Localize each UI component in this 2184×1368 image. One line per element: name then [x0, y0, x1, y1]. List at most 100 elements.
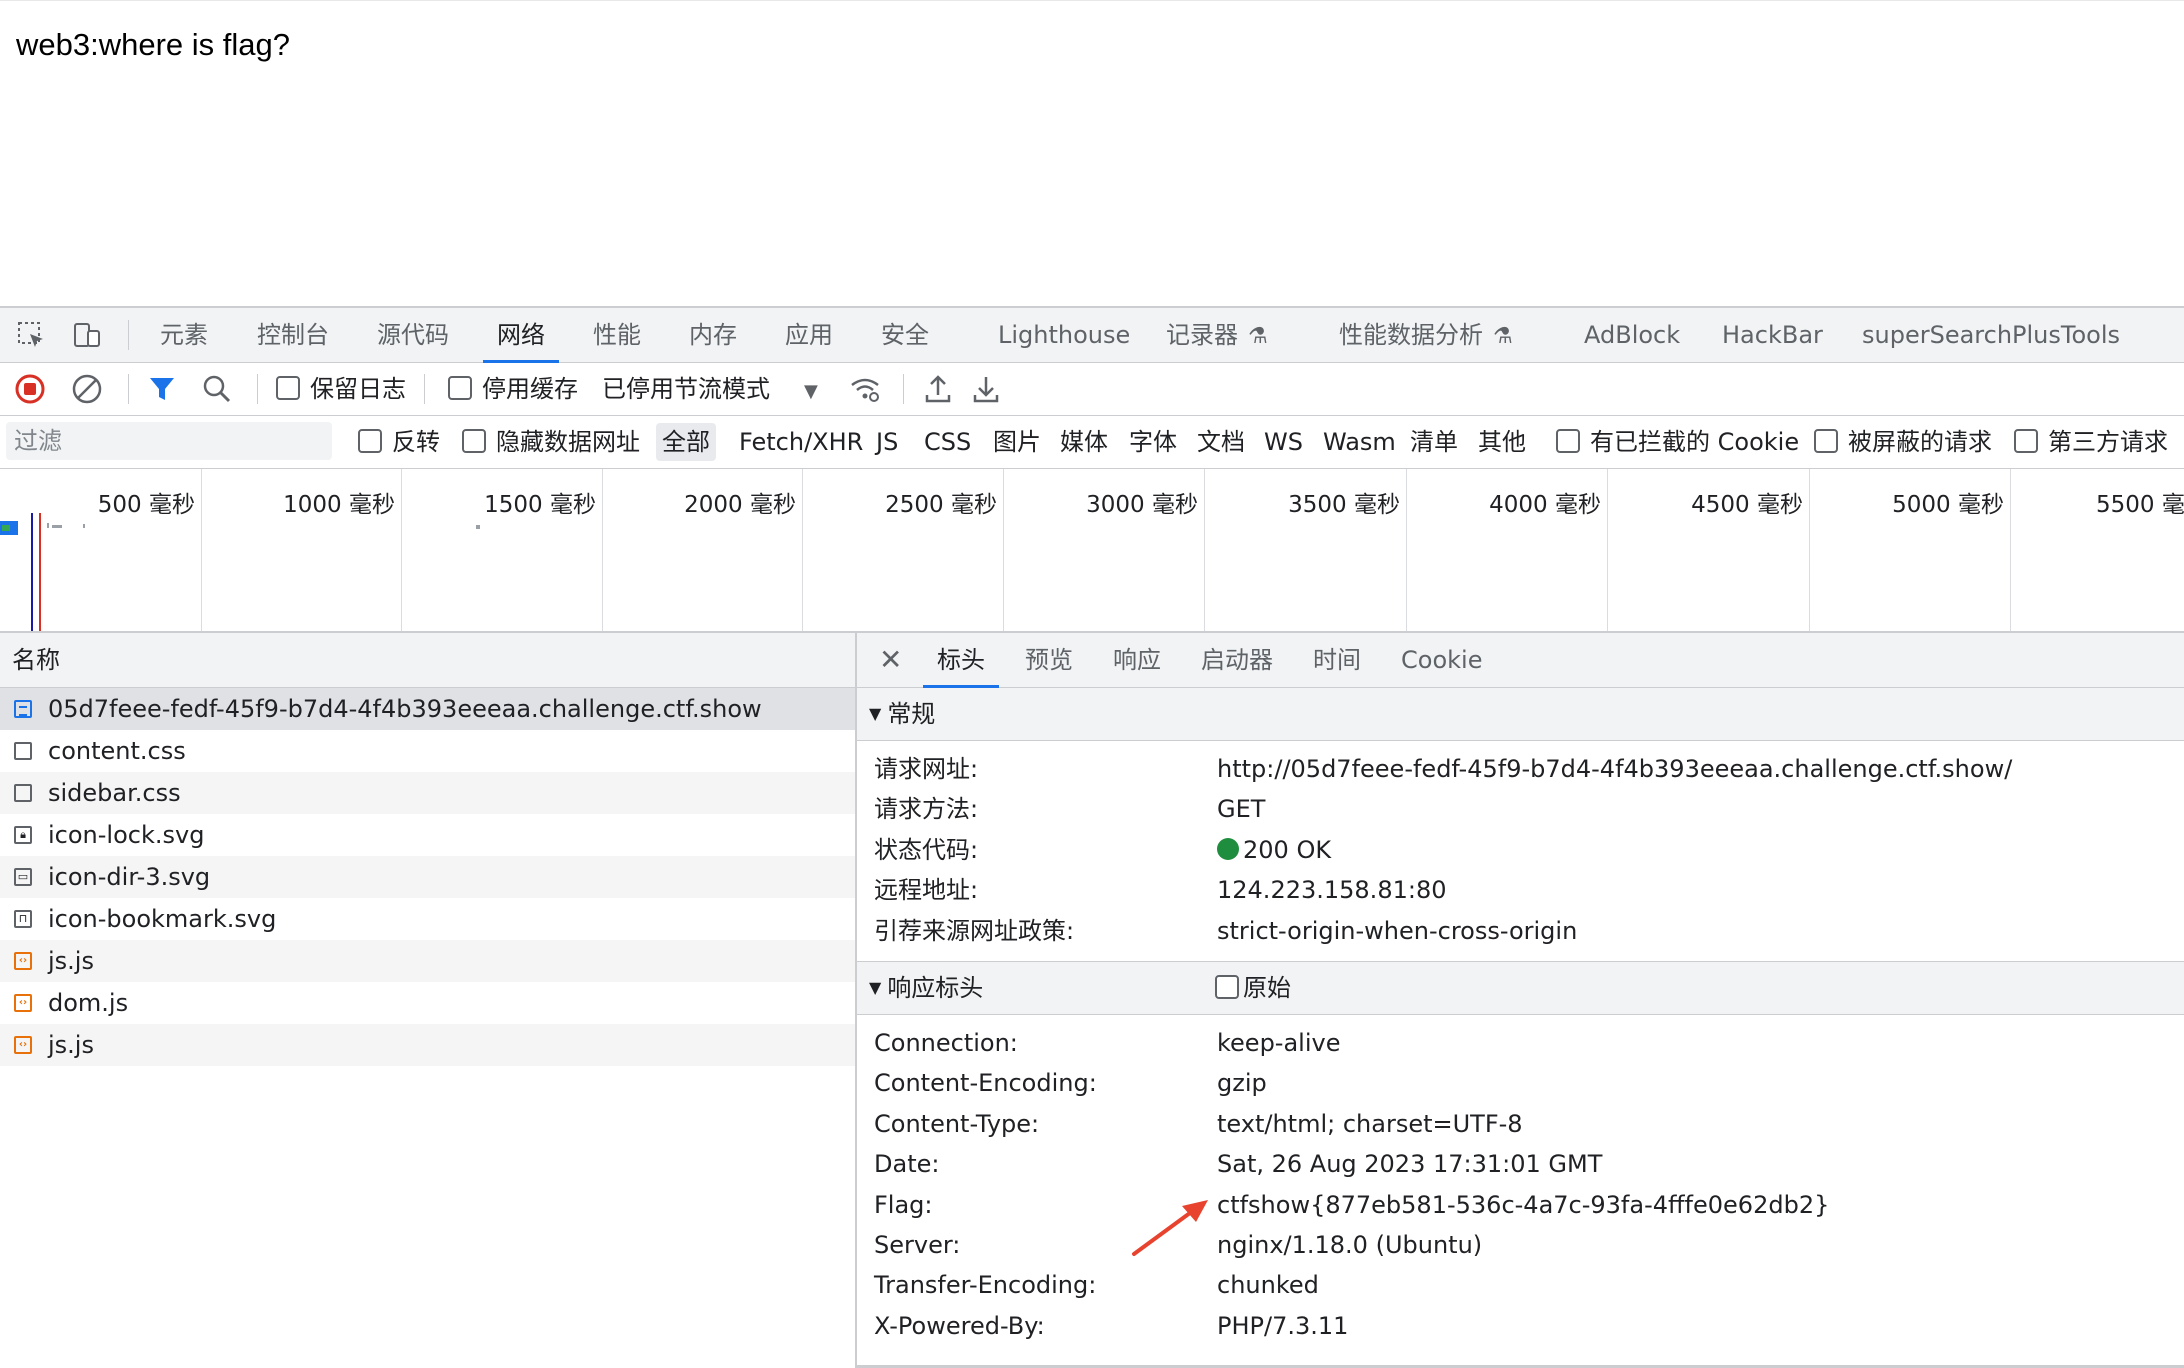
third-party-checkbox[interactable]: 第三方请求 — [2014, 416, 2168, 468]
chevron-down-icon: ▼ — [804, 381, 818, 402]
tab-hackbar[interactable]: HackBar — [1722, 308, 1823, 362]
record-stop-icon[interactable] — [14, 373, 46, 405]
request-waterfall-bar — [2, 525, 10, 531]
type-filter-other[interactable]: 其他 — [1478, 416, 1526, 468]
timeline-column: 3500 毫秒 — [1204, 469, 1407, 631]
blocked-requests-checkbox[interactable]: 被屏蔽的请求 — [1814, 416, 1992, 468]
header-value: http://05d7feee-fedf-45f9-b7d4-4f4b393ee… — [1217, 755, 2013, 783]
throttle-select[interactable]: 已停用节流模式 ▼ — [602, 363, 818, 415]
type-filter-doc[interactable]: 文档 — [1197, 416, 1245, 468]
type-filter-all[interactable]: 全部 — [656, 423, 716, 461]
raw-headers-checkbox[interactable]: 原始 — [1215, 962, 1291, 1014]
script-icon: ‹› — [14, 1036, 32, 1054]
throttle-label: 已停用节流模式 — [602, 375, 770, 403]
filter-bar: 过滤 反转 隐藏数据网址 全部 Fetch/XHR JS CSS 图片 媒体 字… — [0, 416, 2184, 469]
tab-cookies[interactable]: Cookie — [1401, 633, 1482, 687]
request-row[interactable]: ‹› js.js — [0, 1024, 855, 1066]
header-key: X-Powered-By: — [874, 1311, 1045, 1340]
type-filter-img[interactable]: 图片 — [993, 416, 1041, 468]
tab-network[interactable]: 网络 — [483, 308, 559, 363]
raw-headers-label: 原始 — [1243, 973, 1291, 1002]
request-row[interactable]: ⊓ icon-bookmark.svg — [0, 898, 855, 940]
request-row[interactable]: ‹› js.js — [0, 940, 855, 982]
general-section-header[interactable]: ▼ 常规 — [857, 688, 2184, 741]
bookmark-icon: ⊓ — [14, 910, 32, 928]
header-value: gzip — [1217, 1069, 1267, 1098]
request-name: sidebar.css — [48, 779, 181, 807]
tab-sources[interactable]: 源代码 — [377, 308, 449, 362]
type-filter-css[interactable]: CSS — [924, 416, 971, 468]
tab-preview[interactable]: 预览 — [1025, 633, 1073, 687]
tab-security[interactable]: 安全 — [881, 308, 929, 362]
type-filter-media[interactable]: 媒体 — [1060, 416, 1108, 468]
type-filter-wasm[interactable]: Wasm — [1323, 416, 1396, 468]
checkbox-box — [358, 429, 382, 453]
type-filter-font[interactable]: 字体 — [1129, 416, 1177, 468]
device-toolbar-icon[interactable] — [72, 320, 102, 350]
tab-initiator[interactable]: 启动器 — [1201, 633, 1273, 687]
checkbox-box — [1814, 429, 1838, 453]
name-column-header[interactable]: 名称 — [0, 633, 855, 688]
request-row[interactable]: ‹› dom.js — [0, 982, 855, 1024]
checkbox-box — [462, 429, 486, 453]
header-row: 请求方法: GET — [857, 789, 2184, 829]
stylesheet-icon — [14, 784, 32, 802]
tab-performance[interactable]: 性能 — [593, 308, 641, 362]
timeline-tick-label: 5000 毫秒 — [1892, 492, 2004, 518]
tab-application[interactable]: 应用 — [785, 308, 833, 362]
tab-timing[interactable]: 时间 — [1313, 633, 1361, 687]
header-row: 请求网址: http://05d7feee-fedf-45f9-b7d4-4f4b… — [857, 749, 2184, 789]
invert-label: 反转 — [392, 428, 440, 456]
timeline-column: 1000 毫秒 — [201, 469, 402, 631]
folder-icon: ▭ — [14, 868, 32, 886]
tab-elements[interactable]: 元素 — [160, 308, 208, 362]
preserve-log-checkbox[interactable]: 保留日志 — [276, 363, 406, 415]
type-filter-manifest[interactable]: 清单 — [1410, 416, 1458, 468]
tab-lighthouse[interactable]: Lighthouse — [998, 308, 1130, 362]
blocked-cookies-checkbox[interactable]: 有已拦截的 Cookie — [1556, 416, 1799, 468]
request-name: icon-dir-3.svg — [48, 863, 211, 891]
header-row: Date: Sat, 26 Aug 2023 17:31:01 GMT — [857, 1144, 2184, 1184]
hide-data-urls-checkbox[interactable]: 隐藏数据网址 — [462, 416, 640, 468]
tab-recorder-label: 记录器 — [1166, 321, 1238, 349]
type-filter-fetch-xhr[interactable]: Fetch/XHR — [739, 416, 863, 468]
clear-icon[interactable] — [71, 373, 103, 405]
type-filter-js[interactable]: JS — [876, 416, 898, 468]
network-toolbar: 保留日志 停用缓存 已停用节流模式 ▼ — [0, 363, 2184, 416]
request-row[interactable]: 🔒︎ icon-lock.svg — [0, 814, 855, 856]
request-details: ✕ 标头 预览 响应 启动器 时间 Cookie ▼ 常规 请求网址: http:/… — [857, 633, 2184, 1368]
request-name: dom.js — [48, 989, 129, 1017]
request-row[interactable]: sidebar.css — [0, 772, 855, 814]
close-icon[interactable]: ✕ — [879, 645, 902, 675]
invert-checkbox[interactable]: 反转 — [358, 416, 440, 468]
type-filter-ws[interactable]: WS — [1264, 416, 1303, 468]
response-headers-section-header[interactable]: ▼ 响应标头 原始 — [857, 960, 2184, 1015]
network-conditions-icon[interactable] — [849, 373, 881, 405]
timeline-column: 2000 毫秒 — [602, 469, 803, 631]
search-icon[interactable] — [201, 373, 233, 405]
timeline-column: 1500 毫秒 — [401, 469, 603, 631]
filter-icon[interactable] — [146, 373, 178, 405]
export-har-icon[interactable] — [970, 373, 1002, 405]
request-row[interactable]: ▭ icon-dir-3.svg — [0, 856, 855, 898]
tab-supersearchplustools[interactable]: superSearchPlusTools — [1862, 308, 2120, 362]
tab-console[interactable]: 控制台 — [257, 308, 329, 362]
timeline-tick-label: 1500 毫秒 — [484, 492, 596, 518]
timeline-tick-label: 1000 毫秒 — [283, 492, 395, 518]
filter-input[interactable]: 过滤 — [6, 422, 332, 460]
request-row[interactable]: 05d7feee-fedf-45f9-b7d4-4f4b393eeeaa.cha… — [0, 688, 855, 730]
tab-headers[interactable]: 标头 — [923, 633, 999, 688]
import-har-icon[interactable] — [922, 373, 954, 405]
network-overview[interactable]: 500 毫秒 1000 毫秒 1500 毫秒 2000 毫秒 2500 毫秒 3… — [0, 469, 2184, 633]
request-row[interactable]: content.css — [0, 730, 855, 772]
header-value: PHP/7.3.11 — [1217, 1311, 1349, 1340]
tab-performance-insights[interactable]: 性能数据分析 ⚗ — [1339, 308, 1513, 362]
inspect-element-icon[interactable] — [16, 320, 46, 350]
header-key: 请求网址: — [874, 755, 979, 783]
tab-recorder[interactable]: 记录器 ⚗ — [1166, 308, 1268, 362]
tab-response[interactable]: 响应 — [1113, 633, 1161, 687]
header-key: Flag: — [874, 1190, 933, 1219]
tab-adblock[interactable]: AdBlock — [1584, 308, 1680, 362]
disable-cache-checkbox[interactable]: 停用缓存 — [448, 363, 578, 415]
tab-memory[interactable]: 内存 — [689, 308, 737, 362]
